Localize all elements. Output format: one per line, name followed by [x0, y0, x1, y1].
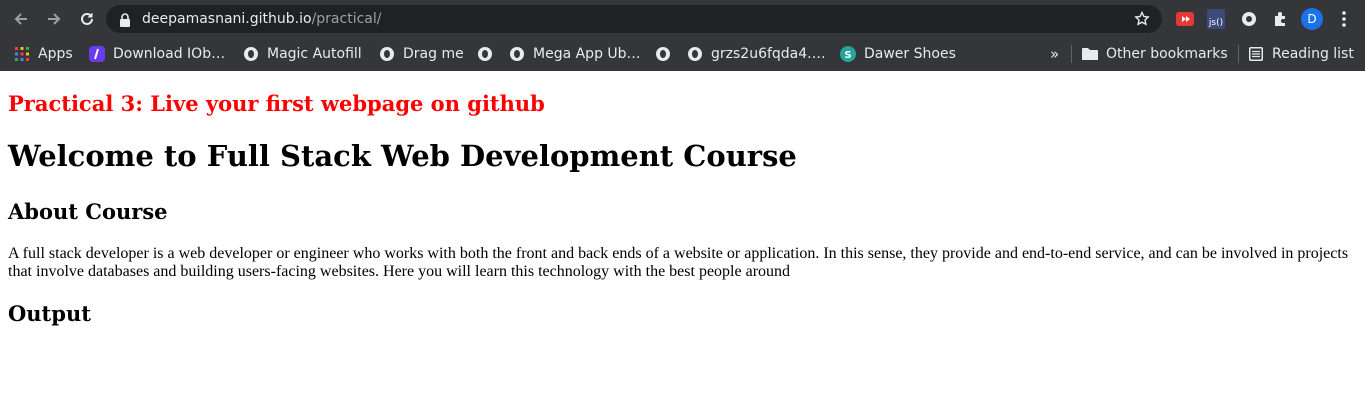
- bookmark-mega-app[interactable]: Mega App Ub…: [509, 43, 641, 65]
- globe-icon: [477, 46, 493, 62]
- bookmark-dawer-shoes[interactable]: S Dawer Shoes: [840, 43, 956, 65]
- svg-text:js(): js(): [1208, 18, 1223, 28]
- bookmarks-bar: Apps Download IOb… Magic Autofill Drag m…: [0, 37, 1365, 71]
- bookmark-label: Download IOb…: [113, 46, 226, 62]
- bookmark-grzs[interactable]: grzs2u6fqda4.…: [687, 43, 826, 65]
- about-heading: About Course: [8, 199, 168, 224]
- globe-icon: [509, 46, 525, 62]
- download-iob-icon: [89, 46, 105, 62]
- bookmark-other-bookmarks[interactable]: Other bookmarks: [1082, 43, 1228, 65]
- bookmark-label: grzs2u6fqda4.…: [711, 46, 826, 62]
- practical-heading: Practical 3: Live your first webpage on …: [8, 91, 545, 116]
- bookmark-label: Magic Autofill: [267, 46, 362, 62]
- back-icon[interactable]: [9, 7, 33, 31]
- extension-red-icon[interactable]: [1174, 8, 1196, 30]
- bookmark-untitled-2[interactable]: [655, 43, 679, 65]
- address-bar[interactable]: deepamasnani.github.io/practical/: [106, 5, 1162, 33]
- browser-toolbar: deepamasnani.github.io/practical/ js() D: [0, 0, 1365, 37]
- reload-icon[interactable]: [75, 7, 99, 31]
- extension-js-icon[interactable]: js(): [1205, 8, 1227, 30]
- svg-text:S: S: [844, 50, 851, 61]
- apps-grid-icon: [14, 46, 30, 62]
- kebab-menu-icon[interactable]: [1333, 8, 1355, 30]
- bookmark-label: Mega App Ub…: [533, 46, 641, 62]
- globe-icon: [243, 46, 259, 62]
- bookmark-magic-autofill[interactable]: Magic Autofill: [243, 43, 362, 65]
- bookmark-download-iob[interactable]: Download IOb…: [89, 43, 225, 65]
- about-paragraph: A full stack developer is a web develope…: [8, 245, 1349, 280]
- extension-circle-icon[interactable]: [1238, 8, 1260, 30]
- url-text[interactable]: deepamasnani.github.io/practical/: [142, 5, 381, 33]
- bookmark-label: Other bookmarks: [1106, 46, 1228, 62]
- bookmarks-divider: [1238, 45, 1239, 63]
- bookmark-label: Apps: [38, 46, 73, 62]
- globe-icon: [655, 46, 671, 62]
- lock-icon[interactable]: [119, 12, 131, 31]
- page-title: Welcome to Full Stack Web Development Co…: [8, 139, 797, 173]
- output-heading: Output: [8, 301, 91, 326]
- bookmark-label: Reading list: [1272, 46, 1354, 62]
- shop-icon: S: [840, 46, 856, 62]
- browser-chrome: deepamasnani.github.io/practical/ js() D: [0, 0, 1365, 71]
- star-icon[interactable]: [1132, 9, 1152, 29]
- bookmark-untitled-1[interactable]: [477, 43, 501, 65]
- reading-list-button[interactable]: Reading list: [1248, 43, 1354, 65]
- profile-avatar[interactable]: D: [1301, 8, 1323, 30]
- url-host: deepamasnani.github.io: [142, 11, 312, 27]
- reading-list-icon: [1248, 46, 1264, 62]
- globe-icon: [687, 46, 703, 62]
- forward-icon[interactable]: [42, 7, 66, 31]
- bookmarks-divider: [1071, 45, 1072, 63]
- bookmark-apps[interactable]: Apps: [14, 43, 73, 65]
- globe-icon: [379, 46, 395, 62]
- bookmark-label: Drag me: [403, 46, 464, 62]
- puzzle-icon[interactable]: [1269, 8, 1291, 30]
- bookmark-label: Dawer Shoes: [864, 46, 956, 62]
- folder-icon: [1082, 46, 1098, 62]
- bookmark-drag-me[interactable]: Drag me: [379, 43, 464, 65]
- url-path: /practical/: [311, 11, 382, 27]
- bookmarks-overflow-button[interactable]: »: [1050, 43, 1059, 65]
